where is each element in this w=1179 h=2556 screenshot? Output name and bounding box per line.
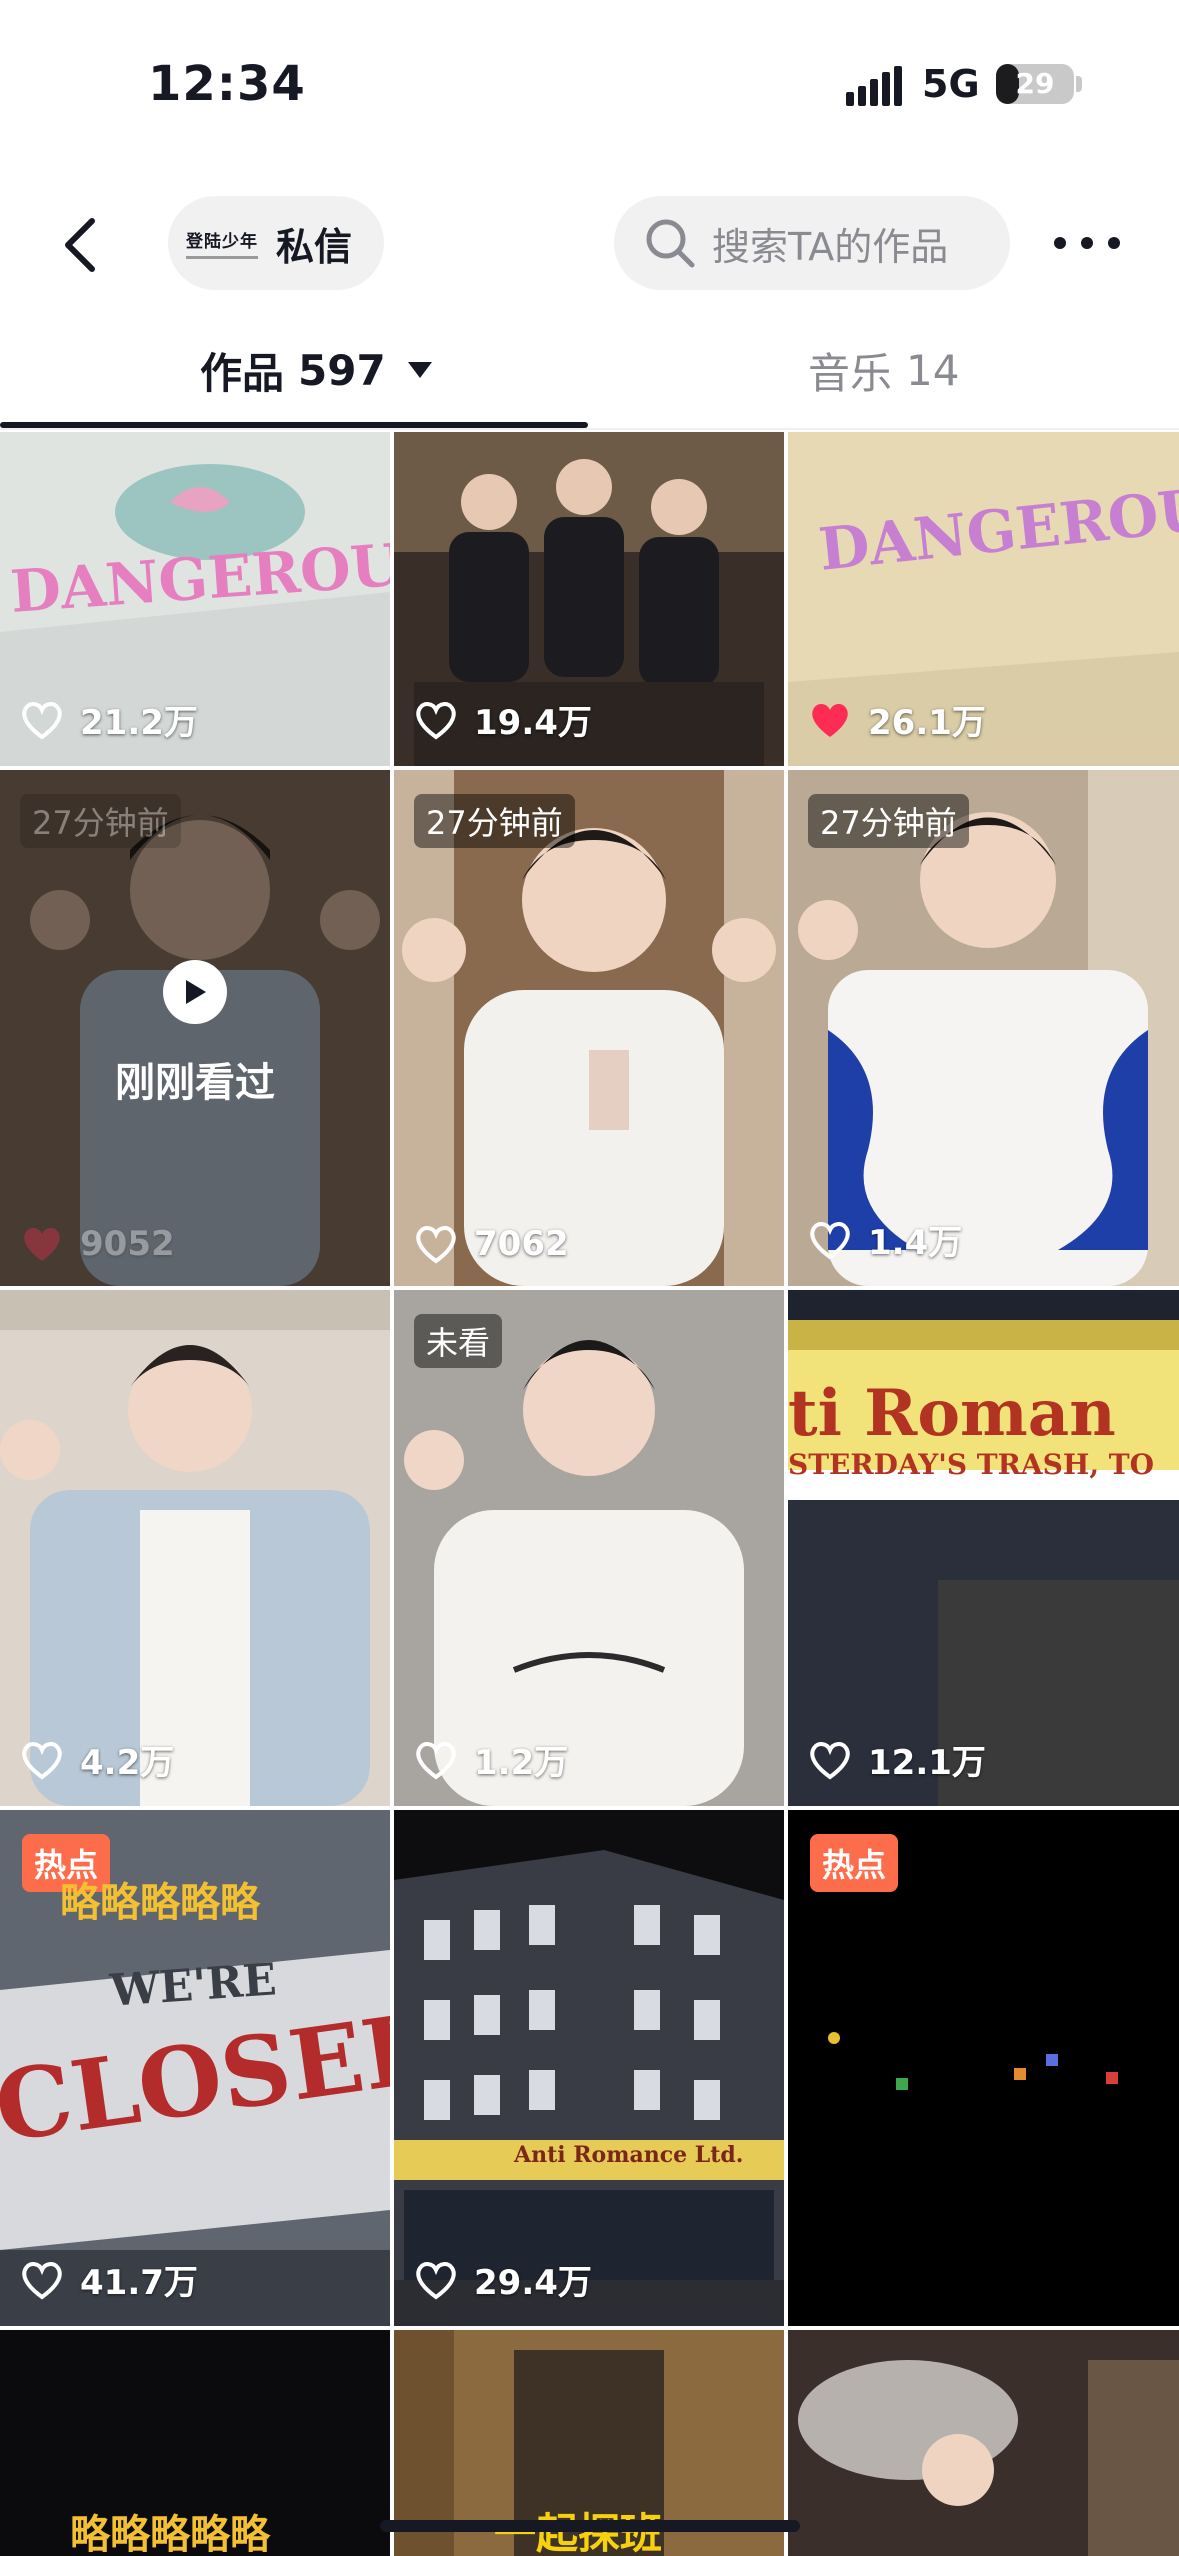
like-count-text: 26.1万 bbox=[868, 703, 986, 743]
video-title: 略略略略略 bbox=[70, 2511, 270, 2556]
time-badge: 27分钟前 bbox=[20, 794, 181, 848]
signal-icon bbox=[846, 66, 902, 106]
status-time: 12:34 bbox=[148, 56, 306, 112]
like-count-text: 1.4万 bbox=[868, 1223, 963, 1263]
more-button[interactable] bbox=[1054, 218, 1120, 268]
group-logo-underline bbox=[186, 256, 258, 259]
video-tile[interactable]: 热点 bbox=[788, 1810, 1179, 2326]
video-tile[interactable]: 4.2万 bbox=[0, 1290, 390, 1806]
video-thumbnail bbox=[394, 1810, 784, 2326]
tab-music-label: 音乐 bbox=[808, 348, 893, 398]
like-count-text: 12.1万 bbox=[868, 1743, 986, 1783]
video-thumbnail bbox=[0, 1290, 390, 1806]
time-badge: 27分钟前 bbox=[808, 794, 969, 848]
video-tile[interactable]: Anti Romance Ltd. 29.4万 bbox=[394, 1810, 784, 2326]
like-count: 19.4万 bbox=[414, 695, 592, 744]
battery-icon: 29 bbox=[996, 64, 1074, 104]
video-tile[interactable]: 未看 1.2万 bbox=[394, 1290, 784, 1806]
search-icon bbox=[646, 219, 695, 268]
tab-works[interactable]: 作品 597 bbox=[200, 330, 432, 410]
network-type: 5G bbox=[922, 62, 980, 106]
search-input[interactable]: 搜索TA的作品 bbox=[614, 196, 1010, 290]
like-count: 1.4万 bbox=[808, 1215, 962, 1264]
caret-down-icon[interactable] bbox=[407, 362, 432, 378]
like-count: 7062 bbox=[414, 1224, 569, 1264]
video-grid: DANGEROUS! 21.2万 19.4万 DANGEROUS! 26.1万 bbox=[0, 432, 1179, 2556]
like-count-text: 41.7万 bbox=[80, 2263, 198, 2303]
like-count-text: 29.4万 bbox=[474, 2263, 592, 2303]
battery-cap bbox=[1076, 76, 1082, 92]
like-count-text: 1.2万 bbox=[474, 1743, 569, 1783]
chevron-left-icon bbox=[65, 218, 95, 272]
back-button[interactable] bbox=[50, 200, 110, 290]
time-badge: 27分钟前 bbox=[414, 794, 575, 848]
heart-icon bbox=[22, 1741, 62, 1779]
hot-badge: 热点 bbox=[810, 1834, 899, 1892]
heart-icon bbox=[416, 701, 456, 739]
heart-icon bbox=[416, 2261, 456, 2299]
like-count-text: 7062 bbox=[474, 1224, 569, 1264]
video-tile[interactable]: DANGEROUS! 26.1万 bbox=[788, 432, 1179, 766]
tab-music[interactable]: 音乐 14 bbox=[808, 330, 959, 410]
like-count-text: 21.2万 bbox=[80, 703, 198, 743]
video-tile[interactable]: 略略略略略 bbox=[0, 2330, 390, 2556]
video-thumbnail bbox=[788, 1290, 1179, 1806]
tab-divider bbox=[0, 428, 1179, 430]
video-thumbnail bbox=[788, 2330, 1179, 2556]
recently-watched-marker: 刚刚看过 bbox=[0, 960, 390, 1108]
video-tile[interactable]: 热点 略略略略略 WE'RE CLOSED 41.7万 bbox=[0, 1810, 390, 2326]
sign-text: Anti Romance Ltd. bbox=[514, 2142, 744, 2168]
heart-icon bbox=[416, 1226, 456, 1264]
heart-filled-icon bbox=[24, 1228, 60, 1261]
like-count-text: 9052 bbox=[80, 1224, 175, 1264]
video-title: 略略略略略 bbox=[60, 1879, 260, 1926]
group-logo-text: 登陆少年 bbox=[186, 232, 258, 252]
video-tile[interactable]: ti Roman STERDAY'S TRASH, TO 12.1万 bbox=[788, 1290, 1179, 1806]
like-count-text: 4.2万 bbox=[80, 1743, 175, 1783]
like-count: 4.2万 bbox=[20, 1735, 174, 1784]
battery-level: 29 bbox=[1015, 67, 1055, 100]
video-tile[interactable]: 27分钟前 1.4万 bbox=[788, 770, 1179, 1286]
video-tile-recently-watched[interactable]: 27分钟前 刚刚看过 9052 bbox=[0, 770, 390, 1286]
sign-subtext: STERDAY'S TRASH, TO bbox=[788, 1448, 1155, 1481]
group-logo: 登陆少年 bbox=[186, 223, 258, 263]
unseen-badge: 未看 bbox=[414, 1314, 503, 1368]
like-count: 26.1万 bbox=[808, 695, 986, 744]
video-tile[interactable]: DANGEROUS! 21.2万 bbox=[0, 432, 390, 766]
like-count: 29.4万 bbox=[414, 2255, 592, 2304]
ellipsis-icon bbox=[1054, 237, 1066, 249]
heart-icon bbox=[22, 2261, 62, 2299]
like-count: 9052 bbox=[20, 1224, 175, 1264]
like-count: 41.7万 bbox=[20, 2255, 198, 2304]
video-tile[interactable]: 27分钟前 7062 bbox=[394, 770, 784, 1286]
heart-icon bbox=[810, 1741, 850, 1779]
heart-icon bbox=[22, 701, 62, 739]
private-message-button[interactable]: 登陆少年 私信 bbox=[168, 196, 384, 290]
heart-filled-icon bbox=[812, 703, 848, 737]
video-tile[interactable] bbox=[788, 2330, 1179, 2556]
private-message-label: 私信 bbox=[276, 224, 353, 269]
play-icon bbox=[163, 960, 227, 1024]
tab-works-count: 597 bbox=[298, 345, 386, 395]
heart-icon bbox=[810, 1221, 850, 1259]
video-tile[interactable]: 19.4万 bbox=[394, 432, 784, 766]
search-placeholder: 搜索TA的作品 bbox=[712, 224, 949, 269]
recently-watched-label: 刚刚看过 bbox=[115, 1060, 275, 1106]
like-count: 1.2万 bbox=[414, 1735, 568, 1784]
tab-music-count: 14 bbox=[906, 345, 960, 395]
status-bar: 12:34 5G 29 bbox=[0, 0, 1179, 150]
heart-icon bbox=[416, 1741, 456, 1779]
sign-text: ti Roman bbox=[788, 1376, 1116, 1451]
like-count: 12.1万 bbox=[808, 1735, 986, 1784]
like-count-text: 19.4万 bbox=[474, 703, 592, 743]
tab-works-label: 作品 bbox=[200, 348, 285, 398]
like-count: 21.2万 bbox=[20, 695, 198, 744]
home-indicator[interactable] bbox=[380, 2520, 800, 2532]
